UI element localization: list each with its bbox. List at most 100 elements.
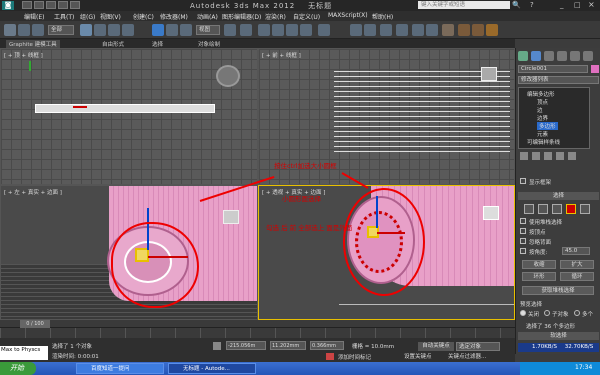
grow-button[interactable]: 扩大 [560,260,594,269]
menu-animation[interactable]: 动画(A) [197,12,218,21]
taskbar-item-3dsmax[interactable]: 无标题 - Autode... [168,363,256,374]
menu-create[interactable]: 创建(C) [133,12,154,21]
link-icon[interactable] [18,24,30,36]
unlink-icon[interactable] [32,24,44,36]
time-slider[interactable]: 0 / 100 [0,320,515,328]
spinner-snap-icon[interactable] [300,24,312,36]
save-icon[interactable] [46,1,56,9]
tab-selection[interactable]: 选择 [152,40,163,48]
select-by-name-icon[interactable] [94,24,106,36]
create-tab-icon[interactable] [518,51,528,61]
maximize-icon[interactable]: □ [574,1,581,9]
render-setup-icon[interactable] [458,24,470,36]
reference-coord-dropdown[interactable]: 视图 [196,25,220,35]
render-icon[interactable] [486,24,498,36]
viewcube-icon[interactable] [216,65,240,87]
border-mode-icon[interactable] [552,204,562,214]
menu-modifiers[interactable]: 修改器(M) [160,12,188,21]
viewcube-persp-icon[interactable] [483,206,499,220]
vertex-mode-icon[interactable] [524,204,534,214]
display-tab-icon[interactable] [570,51,580,61]
soft-select-rollout[interactable]: 软选择 [518,332,599,340]
new-icon[interactable] [22,1,32,9]
mirror-icon[interactable] [350,24,362,36]
rotate-icon[interactable] [166,24,178,36]
undo-tool-icon[interactable] [4,24,16,36]
viewport-top[interactable]: [ + 顶 + 线框 ] [0,48,258,185]
use-stack-checkbox[interactable] [520,218,526,224]
select-manipulate-icon[interactable] [240,24,252,36]
scale-icon[interactable] [180,24,192,36]
by-vertex-checkbox[interactable] [520,228,526,234]
layer-icon[interactable] [380,24,392,36]
motion-tab-icon[interactable] [557,51,567,61]
material-editor-icon[interactable] [442,24,454,36]
by-angle-checkbox[interactable] [520,248,526,254]
percent-snap-icon[interactable] [286,24,298,36]
stack-item[interactable]: 编辑多边形 [527,90,555,98]
viewport-top-label[interactable]: [ + 顶 + 线框 ] [4,51,43,59]
loop-button[interactable]: 循环 [560,272,594,281]
preview-off-radio[interactable] [520,310,526,316]
selected-object-dropdown[interactable]: 选定对象 [456,342,500,351]
stack-item-selected[interactable]: 多边形 [537,122,558,130]
curve-editor-icon[interactable] [412,24,424,36]
undo-icon[interactable] [58,1,68,9]
named-selection-icon[interactable] [318,24,330,36]
object-name-field[interactable]: Circle001 [518,65,588,73]
window-crossing-icon[interactable] [122,24,134,36]
tab-object-paint[interactable]: 对象绘制 [198,40,220,48]
menu-views[interactable]: 视图(V) [100,12,121,21]
stack-item[interactable]: 顶点 [537,98,548,106]
menu-maxscript[interactable]: MAXScript(X) [328,12,368,19]
stack-item[interactable]: 边 [537,106,543,114]
polygon-mode-icon[interactable] [566,204,576,214]
tab-graphite[interactable]: Graphite 建模工具 [6,40,60,48]
taskbar-item-baidu[interactable]: 百度知道一提问 [76,363,164,374]
show-cage-checkbox[interactable] [520,178,526,184]
menu-help[interactable]: 帮助(H) [372,12,393,21]
angle-spinner[interactable]: 45.0 [562,247,590,255]
open-icon[interactable] [34,1,44,9]
viewport-left[interactable]: [ + 左 + 真实 + 边面 ] [0,185,258,320]
time-tag-icon[interactable] [326,353,334,360]
viewport-perspective[interactable]: [ + 透视 + 真实 + 边面 ] [258,185,515,320]
graphite-toggle-icon[interactable] [396,24,408,36]
selection-filter-dropdown[interactable]: 全部 [48,25,74,35]
hierarchy-tab-icon[interactable] [544,51,554,61]
ignore-backface-checkbox[interactable] [520,238,526,244]
viewcube-front-icon[interactable] [481,67,497,81]
menu-edit[interactable]: 编辑(E) [24,12,44,21]
tab-freeform[interactable]: 自由形式 [102,40,124,48]
add-time-tag[interactable]: 添加时间标记 [338,353,371,361]
menu-graph-editors[interactable]: 图形编辑器(D) [222,12,261,21]
redo-icon[interactable] [70,1,80,9]
minimize-icon[interactable]: _ [560,1,564,9]
move-icon[interactable] [152,24,164,36]
get-stack-selection-button[interactable]: 获取堆栈选择 [522,286,594,295]
menu-tools[interactable]: 工具(T) [54,12,74,21]
modify-tab-icon[interactable] [531,51,541,61]
schematic-icon[interactable] [426,24,438,36]
y-coord-field[interactable]: 11.202mm [270,341,306,350]
start-button[interactable]: 开始 [0,362,36,375]
menu-group[interactable]: 组(G) [80,12,95,21]
viewcube-left-icon[interactable] [223,210,239,224]
align-icon[interactable] [364,24,376,36]
search-input[interactable]: 键入关键字或短语 [418,1,510,9]
stack-item[interactable]: 元素 [537,130,548,138]
stack-item[interactable]: 可编辑样条线 [527,138,560,146]
time-slider-thumb[interactable]: 0 / 100 [20,320,50,328]
viewport-front-label[interactable]: [ + 前 + 线框 ] [262,51,301,59]
pin-stack-icon[interactable] [520,152,528,160]
snap-icon[interactable] [258,24,270,36]
help-icon[interactable]: ? [530,1,534,9]
render-frame-icon[interactable] [472,24,484,36]
search-icon[interactable]: 🔍 [512,1,521,9]
element-mode-icon[interactable] [580,204,590,214]
config-sets-icon[interactable] [568,152,576,160]
select-rollout-header[interactable]: 选择 [518,192,599,200]
preview-subobj-radio[interactable] [544,310,550,316]
shrink-button[interactable]: 收缩 [522,260,556,269]
ring-button[interactable]: 环形 [522,272,556,281]
